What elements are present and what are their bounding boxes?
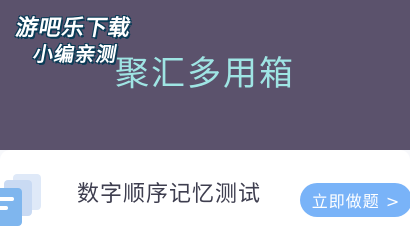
document-stack-icon xyxy=(0,174,41,226)
header-banner: 游吧乐下载 小编亲测 聚汇多用箱 xyxy=(0,0,410,150)
app-screen: 游吧乐下载 小编亲测 聚汇多用箱 数字顺序记忆测试 立即做题 > xyxy=(0,0,410,246)
card-title: 数字顺序记忆测试 xyxy=(77,182,262,207)
start-quiz-button[interactable]: 立即做题 > xyxy=(300,183,410,217)
watermark-line-1: 游吧乐下载 xyxy=(13,16,134,41)
app-title: 聚汇多用箱 xyxy=(115,54,295,94)
